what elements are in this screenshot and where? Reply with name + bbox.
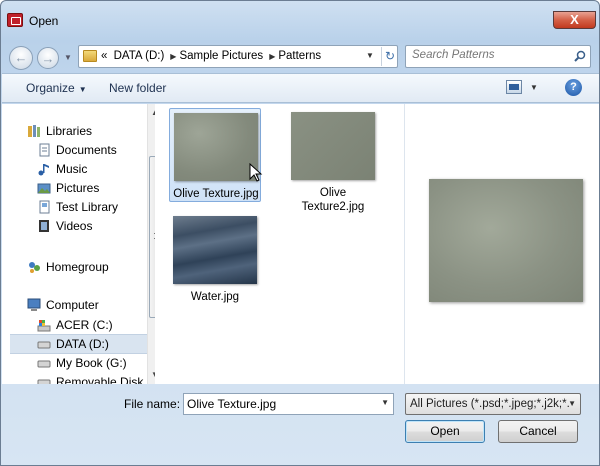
breadcrumb-overflow[interactable]: « <box>101 50 107 62</box>
removable-disk-icon <box>37 379 51 384</box>
title-bar: Open X <box>1 1 599 35</box>
content-area: Libraries Documents Music Pictures Test … <box>2 104 599 384</box>
organize-label: Organize <box>26 81 75 95</box>
chevron-down-icon: ▼ <box>568 399 576 408</box>
nav-label: ACER (C:) <box>56 318 113 332</box>
nav-item-my-book-g[interactable]: My Book (G:) <box>37 354 127 372</box>
breadcrumb-patterns[interactable]: Patterns <box>278 50 321 62</box>
cancel-button[interactable]: Cancel <box>498 420 578 443</box>
breadcrumb-arrow-icon[interactable]: ▶ <box>269 52 275 61</box>
forward-button[interactable]: → <box>37 47 59 69</box>
help-icon[interactable]: ? <box>565 79 582 96</box>
thumbnail-olive-texture <box>174 113 258 181</box>
back-button[interactable]: ← <box>9 46 33 70</box>
open-dialog: Open X ← → ▼ « DATA (D:) ▶ Sample Pictures… <box>0 0 600 466</box>
libraries-icon <box>28 125 40 137</box>
bottom-panel: File name: ▼ All Pictures (*.psd;*.jpeg;… <box>2 385 599 465</box>
pictures-icon <box>37 183 51 194</box>
preview-pane <box>404 104 599 384</box>
nav-item-music[interactable]: Music <box>38 160 88 178</box>
nav-item-documents[interactable]: Documents <box>39 141 117 159</box>
address-dropdown-icon[interactable]: ▼ <box>366 51 374 60</box>
file-type-select[interactable]: All Pictures (*.psd;*.jpeg;*.j2k;*. ▼ <box>405 393 581 415</box>
search-box[interactable] <box>405 45 591 68</box>
drive-icon <box>37 360 51 368</box>
nav-item-test-library[interactable]: Test Library <box>39 198 119 216</box>
videos-icon <box>39 220 49 232</box>
new-folder-button[interactable]: New folder <box>109 81 166 95</box>
nav-label: Documents <box>56 143 117 157</box>
folder-icon <box>83 50 97 62</box>
file-name-field-label: File name: <box>124 397 181 411</box>
nav-item-homegroup[interactable]: Homegroup <box>29 258 109 276</box>
nav-item-acer-c[interactable]: ACER (C:) <box>37 316 113 334</box>
search-icon[interactable] <box>574 50 586 62</box>
nav-label: Libraries <box>46 124 93 138</box>
drive-icon <box>37 341 51 349</box>
view-options-dropdown-icon[interactable]: ▼ <box>530 83 538 92</box>
nav-item-data-d[interactable]: DATA (D:) <box>37 335 109 353</box>
nav-label: DATA (D:) <box>56 337 109 351</box>
file-name-label: Olive Texture.jpg <box>173 188 259 200</box>
nav-scrollbar[interactable]: ▲ ▼ <box>147 104 155 384</box>
file-name-label: Olive Texture2.jpg <box>301 187 365 213</box>
nav-label: Computer <box>46 298 99 312</box>
nav-item-libraries[interactable]: Libraries <box>28 122 93 140</box>
thumbnail-olive-texture2 <box>291 112 375 180</box>
file-list: Olive Texture.jpg Olive Texture2.jpg Wat… <box>155 104 405 384</box>
breadcrumb-data-drive[interactable]: DATA (D:) <box>114 50 165 62</box>
close-button[interactable]: X <box>553 11 596 29</box>
computer-icon <box>27 298 41 311</box>
nav-item-computer[interactable]: Computer <box>27 296 99 314</box>
search-input[interactable] <box>412 49 562 61</box>
command-toolbar: Organize ▼ New folder ▼ ? <box>2 73 599 103</box>
nav-label: Removable Disk ( <box>56 375 151 384</box>
window-title: Open <box>29 14 59 28</box>
nav-label: Videos <box>56 219 93 233</box>
app-icon <box>7 13 23 27</box>
drive-icon <box>37 320 51 332</box>
thumbnail-water <box>173 216 257 284</box>
file-item-olive-texture[interactable]: Olive Texture.jpg <box>169 108 261 202</box>
nav-item-videos[interactable]: Videos <box>39 217 93 235</box>
nav-label: My Book (G:) <box>56 356 127 370</box>
open-button[interactable]: Open <box>405 420 485 443</box>
nav-label: Pictures <box>56 181 100 195</box>
file-item-olive-texture2[interactable]: Olive Texture2.jpg <box>287 108 379 216</box>
music-icon <box>38 164 49 176</box>
navigation-pane: Libraries Documents Music Pictures Test … <box>10 104 155 384</box>
organize-menu[interactable]: Organize ▼ <box>26 81 87 95</box>
nav-item-removable-disk[interactable]: Removable Disk ( <box>37 373 151 384</box>
nav-item-pictures[interactable]: Pictures <box>37 179 100 197</box>
homegroup-icon <box>29 262 40 273</box>
breadcrumb-sample-pictures[interactable]: Sample Pictures <box>179 50 263 62</box>
chevron-down-icon: ▼ <box>78 85 87 94</box>
chevron-down-icon[interactable]: ▼ <box>381 398 389 407</box>
breadcrumb: « DATA (D:) ▶ Sample Pictures ▶ Patterns <box>101 50 324 62</box>
library-icon <box>39 200 50 214</box>
nav-label: Homegroup <box>46 260 109 274</box>
nav-label: Music <box>56 162 88 176</box>
breadcrumb-arrow-icon[interactable]: ▶ <box>170 52 176 61</box>
nav-label: Test Library <box>56 200 119 214</box>
address-bar[interactable]: « DATA (D:) ▶ Sample Pictures ▶ Patterns ▼ ↻ <box>78 45 398 68</box>
preview-image <box>429 179 583 302</box>
file-item-water[interactable]: Water.jpg <box>169 212 261 306</box>
file-name-combobox[interactable]: ▼ <box>183 393 394 415</box>
change-view-icon[interactable] <box>506 80 522 94</box>
file-name-label: Water.jpg <box>190 291 240 303</box>
mouse-cursor-icon <box>249 163 263 182</box>
file-name-input[interactable] <box>187 397 372 411</box>
documents-icon <box>39 143 50 157</box>
recent-pages-dropdown[interactable]: ▼ <box>64 53 74 63</box>
navigation-row: ← → ▼ « DATA (D:) ▶ Sample Pictures ▶ Patter… <box>1 39 599 73</box>
file-type-value: All Pictures (*.psd;*.jpeg;*.j2k;*. <box>410 398 570 410</box>
refresh-icon[interactable]: ↻ <box>381 47 398 66</box>
